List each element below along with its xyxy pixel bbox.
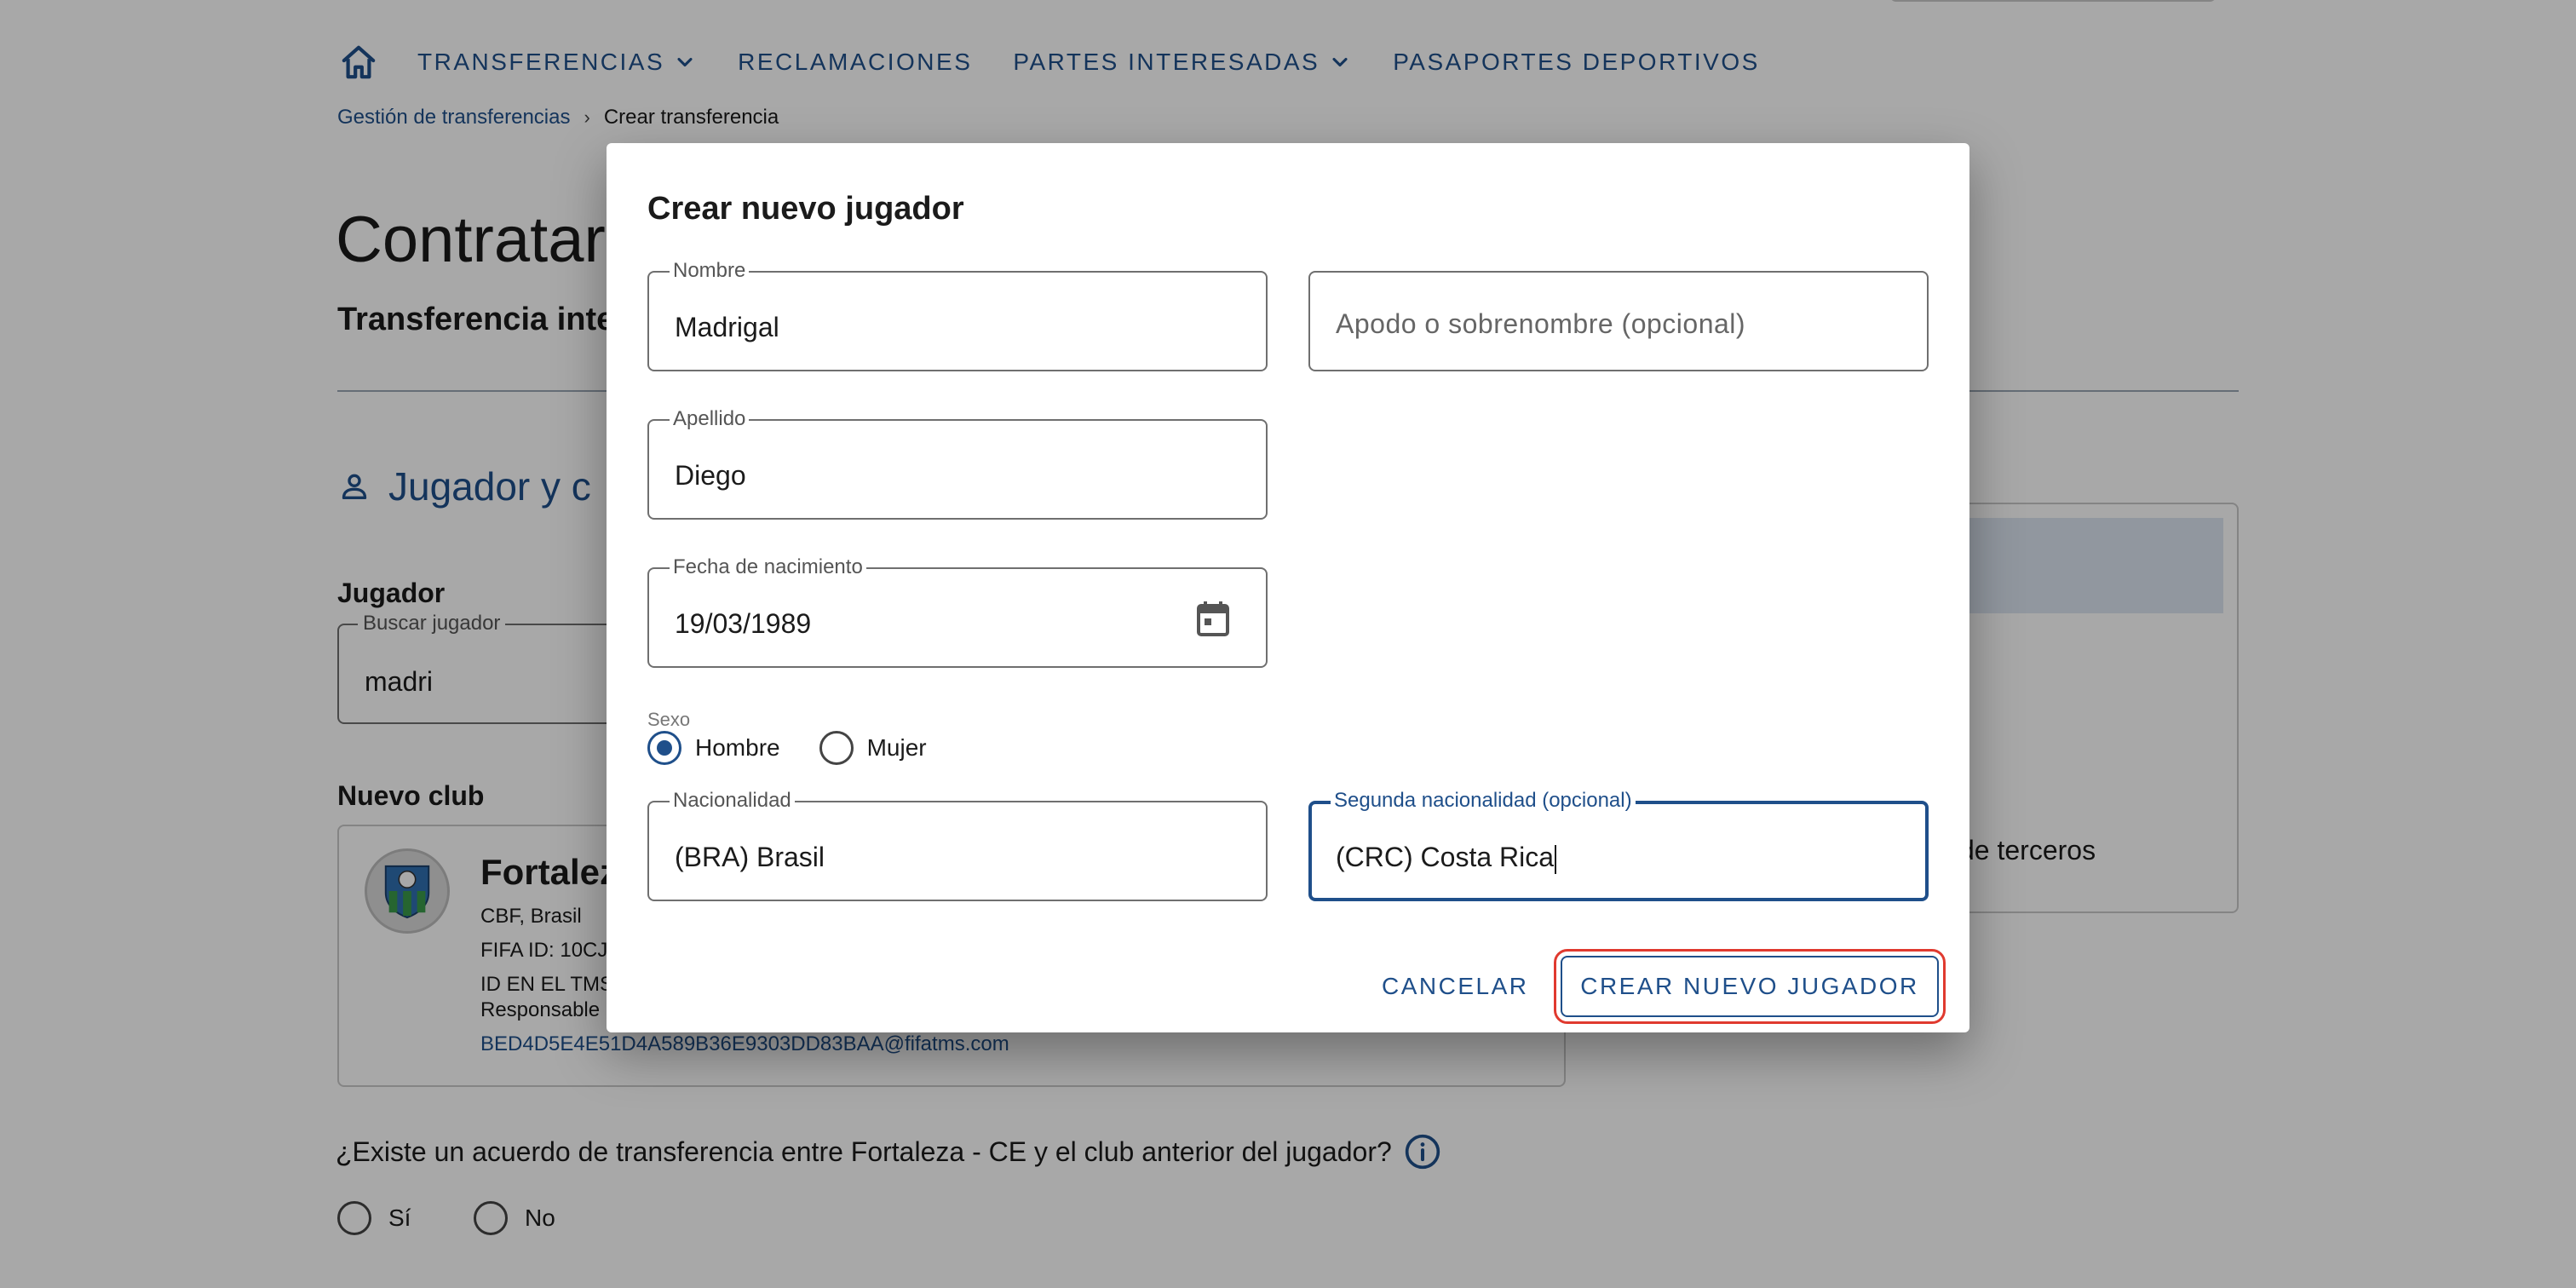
nombre-value: Madrigal [675, 312, 779, 342]
sexo-radio-group: Hombre Mujer [647, 731, 966, 765]
sexo-label: Sexo [647, 709, 691, 730]
radio-circle [819, 731, 854, 765]
apellido-value: Diego [675, 460, 746, 491]
apellido-label: Apellido [670, 407, 750, 431]
fecha-value: 19/03/1989 [675, 608, 812, 639]
create-player-button[interactable]: CREAR NUEVO JUGADOR [1561, 956, 1939, 1017]
nacionalidad-label: Nacionalidad [670, 789, 795, 813]
cancel-button[interactable]: CANCELAR [1370, 961, 1540, 1012]
sexo-hombre-radio[interactable]: Hombre [647, 731, 780, 765]
sexo-mujer-radio[interactable]: Mujer [819, 731, 927, 765]
create-player-dialog: Crear nuevo jugador Nombre Madrigal Apel… [607, 143, 1969, 1032]
calendar-icon[interactable] [1194, 600, 1232, 637]
nombre-label: Nombre [670, 259, 750, 283]
segunda-nacionalidad-label: Segunda nacionalidad (opcional) [1331, 789, 1636, 813]
dialog-title: Crear nuevo jugador [647, 191, 964, 227]
segunda-nacionalidad-input-value: (CRC) Costa Rica [1336, 842, 1557, 874]
apodo-input[interactable] [1336, 308, 1898, 340]
fecha-label: Fecha de nacimiento [670, 555, 866, 579]
segunda-nacionalidad-field[interactable]: Segunda nacionalidad (opcional) (CRC) Co… [1308, 789, 1929, 901]
radio-circle-selected [647, 731, 681, 765]
apellido-field[interactable]: Apellido Diego [647, 407, 1268, 520]
segunda-nacionalidad-value: (CRC) Costa Rica [1336, 842, 1555, 872]
nacionalidad-field[interactable]: Nacionalidad (BRA) Brasil [647, 789, 1268, 901]
radio-label: Hombre [695, 734, 780, 761]
radio-label: Mujer [866, 734, 927, 761]
nombre-field[interactable]: Nombre Madrigal [647, 259, 1268, 371]
nacionalidad-value: (BRA) Brasil [675, 842, 825, 872]
text-caret [1555, 844, 1557, 874]
apodo-field[interactable] [1308, 271, 1929, 371]
fecha-nacimiento-field[interactable]: Fecha de nacimiento 19/03/1989 [647, 555, 1268, 668]
